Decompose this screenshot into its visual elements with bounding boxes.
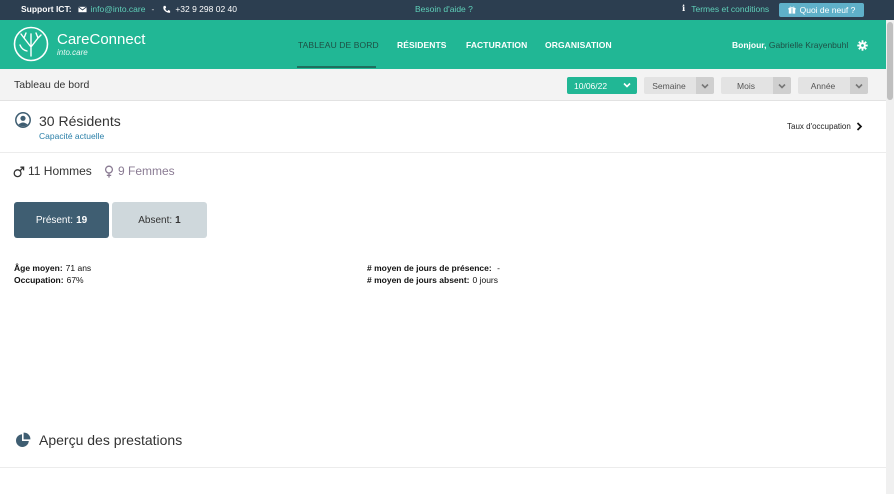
semaine-dropdown-toggle[interactable] xyxy=(696,77,714,94)
present-label: Présent: xyxy=(35,214,74,226)
section-divider xyxy=(0,467,886,468)
stat-average-presence-label: # moyen de jours de présence: xyxy=(367,263,492,273)
annee-dropdown-toggle[interactable] xyxy=(850,77,868,94)
female-icon xyxy=(104,165,114,178)
user-name: Gabrielle Krayenbuhl xyxy=(768,40,849,50)
stat-average-presence-days: # moyen de jours de présence: - xyxy=(367,263,500,273)
absent-count: 1 xyxy=(175,214,181,226)
selected-date: 10/06/22 xyxy=(574,81,608,91)
support-contact: Support ICT: info@into.care - +32 9 298 … xyxy=(21,4,237,14)
male-icon xyxy=(13,166,25,177)
gift-icon xyxy=(788,6,796,14)
residents-capacity-label: Capacité actuelle xyxy=(39,131,105,141)
support-phone: +32 9 298 02 40 xyxy=(175,4,237,14)
present-count: 19 xyxy=(76,214,88,226)
nav-tableau-de-bord[interactable]: TABLEAU DE BORD xyxy=(298,40,379,50)
stat-average-age: Âge moyen: 71 ans xyxy=(14,263,91,273)
nav-active-indicator xyxy=(297,66,376,68)
men-count-label: 11 Hommes xyxy=(28,164,92,178)
period-select-annee[interactable]: Année xyxy=(798,77,868,94)
stat-average-age-value: 71 ans xyxy=(65,263,92,273)
brand-tagline: into.care xyxy=(57,48,88,57)
period-label-annee: Année xyxy=(810,81,836,91)
user-greeting[interactable]: Bonjour, Gabrielle Krayenbuhl xyxy=(732,40,848,50)
support-bar: Support ICT: info@into.care - +32 9 298 … xyxy=(0,0,894,20)
whats-new-label: Quoi de neuf ? xyxy=(799,5,856,15)
help-link[interactable]: Besoin d'aide ? xyxy=(415,4,473,14)
page-title: Tableau de bord xyxy=(14,79,90,91)
chevron-down-icon xyxy=(701,83,709,89)
careconnect-logo-icon[interactable] xyxy=(13,26,49,62)
brand-name: CareConnect xyxy=(57,31,146,48)
mois-dropdown-toggle[interactable] xyxy=(773,77,791,94)
occupancy-rate-label: Taux d'occupation xyxy=(787,122,851,131)
occupancy-rate-link[interactable]: Taux d'occupation xyxy=(787,122,863,131)
period-label-mois: Mois xyxy=(737,81,755,91)
chevron-right-icon xyxy=(856,122,862,131)
women-count-label: 9 Femmes xyxy=(118,164,175,178)
main-header: CareConnect into.care TABLEAU DE BORD RÉ… xyxy=(0,20,886,69)
period-select-mois[interactable]: Mois xyxy=(721,77,791,94)
men-count: 11 Hommes xyxy=(13,164,92,178)
stat-average-presence-value: - xyxy=(497,263,500,273)
chevron-down-icon xyxy=(778,83,786,89)
stat-occupation-label: Occupation: xyxy=(14,275,64,285)
period-label-semaine: Semaine xyxy=(652,81,686,91)
date-picker-button[interactable]: 10/06/22 xyxy=(567,77,637,94)
phone-icon xyxy=(163,5,171,13)
nav-residents[interactable]: RÉSIDENTS xyxy=(397,40,447,50)
info-icon: i xyxy=(682,4,686,14)
present-toggle-button[interactable]: Présent: 19 xyxy=(14,202,109,238)
prestations-overview-title: Aperçu des prestations xyxy=(39,432,183,448)
chevron-down-icon xyxy=(855,83,863,89)
terms-link[interactable]: i Termes et conditions xyxy=(682,4,769,14)
residents-count-title: 30 Résidents xyxy=(39,113,121,129)
dashboard-toolbar: Tableau de bord 10/06/22 Semaine Mois An… xyxy=(0,69,886,101)
women-count: 9 Femmes xyxy=(103,164,175,178)
nav-organisation[interactable]: ORGANISATION xyxy=(545,40,612,50)
pie-chart-icon xyxy=(16,432,31,447)
whats-new-button[interactable]: Quoi de neuf ? xyxy=(779,3,864,17)
page-scrollbar[interactable] xyxy=(886,20,894,494)
contact-separator: - xyxy=(151,4,155,14)
period-select-semaine[interactable]: Semaine xyxy=(644,77,714,94)
absent-toggle-button[interactable]: Absent: 1 xyxy=(112,202,207,238)
stat-average-absent-label: # moyen de jours absent: xyxy=(367,275,470,285)
envelope-icon xyxy=(77,5,87,12)
chevron-down-icon xyxy=(623,82,631,88)
section-divider xyxy=(0,152,886,153)
greeting-label: Bonjour, xyxy=(732,40,767,50)
stat-average-absent-days: # moyen de jours absent: 0 jours xyxy=(367,275,498,285)
support-label: Support ICT: xyxy=(21,4,72,14)
support-email-link[interactable]: info@into.care xyxy=(91,4,146,14)
absent-label: Absent: xyxy=(138,214,173,226)
gear-icon[interactable] xyxy=(857,40,868,51)
stat-average-absent-value: 0 jours xyxy=(472,275,499,285)
stat-average-age-label: Âge moyen: xyxy=(14,263,63,273)
terms-label: Termes et conditions xyxy=(691,4,770,14)
stat-occupation: Occupation: 67% xyxy=(14,275,84,285)
stat-occupation-value: 67% xyxy=(66,275,84,285)
nav-facturation[interactable]: FACTURATION xyxy=(466,40,527,50)
scrollbar-thumb[interactable] xyxy=(887,22,893,100)
user-circle-icon xyxy=(15,112,31,128)
